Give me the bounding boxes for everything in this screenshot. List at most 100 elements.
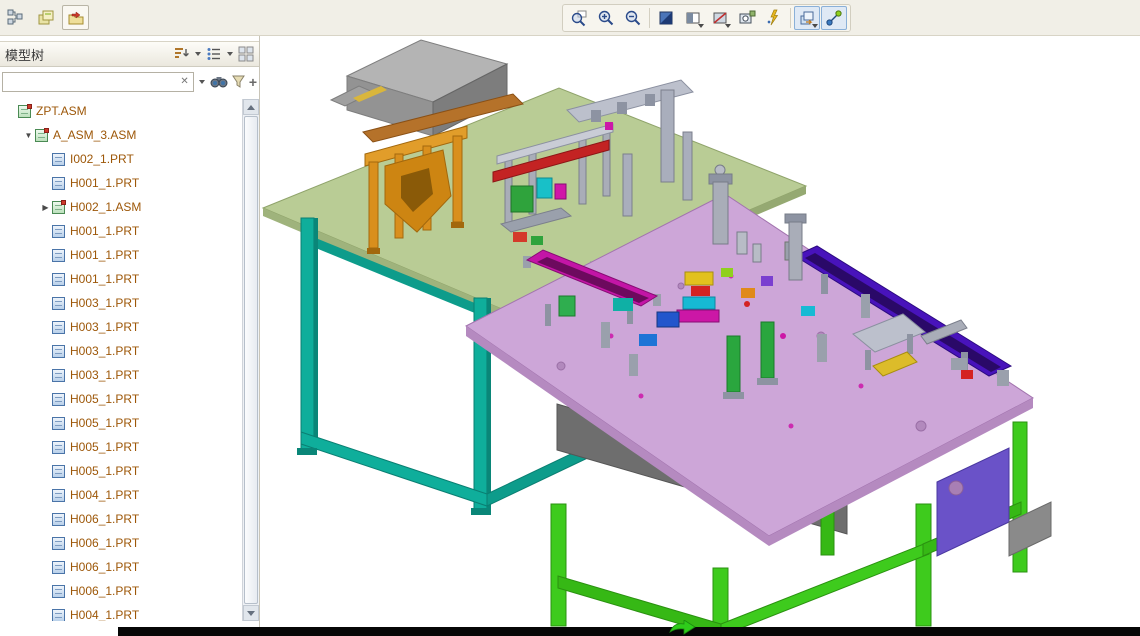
tree-item-h001-1-prt[interactable]: H001_1.PRT	[1, 267, 241, 291]
tree-item-label: H005_1.PRT	[70, 392, 139, 406]
tree-item-label: H001_1.PRT	[70, 176, 139, 190]
filter-button[interactable]	[231, 72, 246, 92]
section-view-button[interactable]	[707, 6, 733, 30]
tree-item-h005-1-prt[interactable]: H005_1.PRT	[1, 411, 241, 435]
capture-image-button[interactable]	[734, 6, 760, 30]
performance-icon	[765, 9, 783, 27]
tree-item-h001-1-prt[interactable]: H001_1.PRT	[1, 171, 241, 195]
tree-item-h006-1-prt[interactable]: H006_1.PRT	[1, 555, 241, 579]
tree-item-h003-1-prt[interactable]: H003_1.PRT	[1, 363, 241, 387]
view-toolbar	[562, 4, 851, 32]
prt-icon	[52, 465, 65, 478]
expand-icon[interactable]: ▶	[39, 203, 52, 212]
prt-icon	[52, 513, 65, 526]
tree-columns-icon	[238, 46, 254, 62]
zoom-out-icon	[624, 9, 642, 27]
tree-item-h002-1-asm[interactable]: ▶ H002_1.ASM	[1, 195, 241, 219]
tree-item-label: H001_1.PRT	[70, 248, 139, 262]
tree-item-label: H001_1.PRT	[70, 224, 139, 238]
zoom-out-button[interactable]	[620, 6, 646, 30]
folder-export-icon	[67, 10, 85, 26]
sort-icon	[174, 46, 190, 62]
tree-item-label: H006_1.PRT	[70, 512, 139, 526]
tree-search-row: ✕ +	[2, 70, 257, 93]
tree-item-h003-1-prt[interactable]: H003_1.PRT	[1, 291, 241, 315]
tree-item-h005-1-prt[interactable]: H005_1.PRT	[1, 459, 241, 483]
capture-image-icon	[738, 9, 756, 27]
tree-item-i002-1-prt[interactable]: I002_1.PRT	[1, 147, 241, 171]
asm-marker-icon	[61, 200, 66, 205]
tree-item-h004-1-prt[interactable]: H004_1.PRT	[1, 483, 241, 507]
tree-item-label: H004_1.PRT	[70, 488, 139, 502]
add-filter-button[interactable]: +	[249, 72, 257, 92]
tree-item-a-asm-3-asm[interactable]: ▼A_ASM_3.ASM	[1, 123, 241, 147]
panel-title: 模型树	[5, 45, 44, 64]
prt-icon	[52, 609, 65, 622]
scroll-down-icon	[247, 611, 255, 616]
repaint-shaded-button[interactable]	[653, 6, 679, 30]
tree-item-label: H003_1.PRT	[70, 344, 139, 358]
tree-item-h001-1-prt[interactable]: H001_1.PRT	[1, 243, 241, 267]
assembly-scene	[261, 36, 1140, 627]
zoom-region-icon	[570, 9, 588, 27]
tree-item-h006-1-prt[interactable]: H006_1.PRT	[1, 507, 241, 531]
prt-icon	[52, 489, 65, 502]
prt-icon	[52, 153, 65, 166]
prt-icon	[52, 321, 65, 334]
tree-item-label: ZPT.ASM	[36, 104, 87, 118]
tree-item-h006-1-prt[interactable]: H006_1.PRT	[1, 531, 241, 555]
scroll-thumb[interactable]	[244, 116, 258, 604]
bottom-taskbar-strip	[118, 627, 1140, 636]
scroll-up-button[interactable]	[243, 99, 259, 115]
search-input[interactable]	[3, 74, 176, 90]
3d-viewport[interactable]	[261, 36, 1140, 627]
zoom-in-button[interactable]	[593, 6, 619, 30]
dropdown-caret-icon	[698, 24, 704, 28]
show-dropdown-caret-icon[interactable]	[227, 52, 233, 56]
prt-icon	[52, 225, 65, 238]
tree-item-h003-1-prt[interactable]: H003_1.PRT	[1, 315, 241, 339]
find-button[interactable]	[210, 72, 228, 92]
status-arrow-icon	[668, 620, 696, 636]
tree-item-label: H006_1.PRT	[70, 560, 139, 574]
model-tree: ZPT.ASM ▼A_ASM_3.ASM I002_1.PRT H001_1.PRT ▶…	[1, 99, 241, 621]
tree-item-h006-1-prt[interactable]: H006_1.PRT	[1, 579, 241, 603]
tree-scrollbar[interactable]	[242, 99, 259, 621]
display-style-button[interactable]	[680, 6, 706, 30]
tree-item-h005-1-prt[interactable]: H005_1.PRT	[1, 435, 241, 459]
tree-item-h001-1-prt[interactable]: H001_1.PRT	[1, 219, 241, 243]
tree-item-label: H002_1.ASM	[70, 200, 141, 214]
tree-item-label: I002_1.PRT	[70, 152, 134, 166]
tree-settings-button[interactable]	[238, 44, 254, 64]
tree-show-button[interactable]	[206, 44, 222, 64]
prt-icon	[52, 561, 65, 574]
prt-icon	[52, 417, 65, 430]
clear-search-icon[interactable]: ✕	[176, 76, 192, 87]
sort-dropdown-caret-icon[interactable]	[195, 52, 201, 56]
prt-icon	[52, 249, 65, 262]
component-connections-button[interactable]	[821, 6, 847, 30]
tree-sort-button[interactable]	[174, 44, 190, 64]
open-folder-button[interactable]	[62, 5, 89, 30]
prt-icon	[52, 345, 65, 358]
tree-item-label: H006_1.PRT	[70, 584, 139, 598]
zoom-region-button[interactable]	[566, 6, 592, 30]
asm-marker-icon	[27, 104, 32, 109]
tree-item-zpt-asm[interactable]: ZPT.ASM	[1, 99, 241, 123]
stacked-sheets-icon	[37, 9, 55, 26]
asm-marker-icon	[44, 128, 49, 133]
tree-item-h005-1-prt[interactable]: H005_1.PRT	[1, 387, 241, 411]
list-icon	[206, 46, 222, 62]
connections-graph-icon	[825, 9, 843, 27]
tree-item-h003-1-prt[interactable]: H003_1.PRT	[1, 339, 241, 363]
tree-item-h004-1-prt[interactable]: H004_1.PRT	[1, 603, 241, 621]
tree-item-label: H006_1.PRT	[70, 536, 139, 550]
duplicate-window-button[interactable]	[32, 5, 59, 30]
navigator-toggle-button[interactable]	[2, 5, 29, 30]
display-settings-button[interactable]	[794, 6, 820, 30]
collapse-icon[interactable]: ▼	[22, 131, 35, 140]
quick-access-toolbar	[2, 5, 89, 30]
scroll-down-button[interactable]	[243, 605, 259, 621]
search-dropdown-caret-icon[interactable]	[199, 80, 205, 84]
performance-button[interactable]	[761, 6, 787, 30]
